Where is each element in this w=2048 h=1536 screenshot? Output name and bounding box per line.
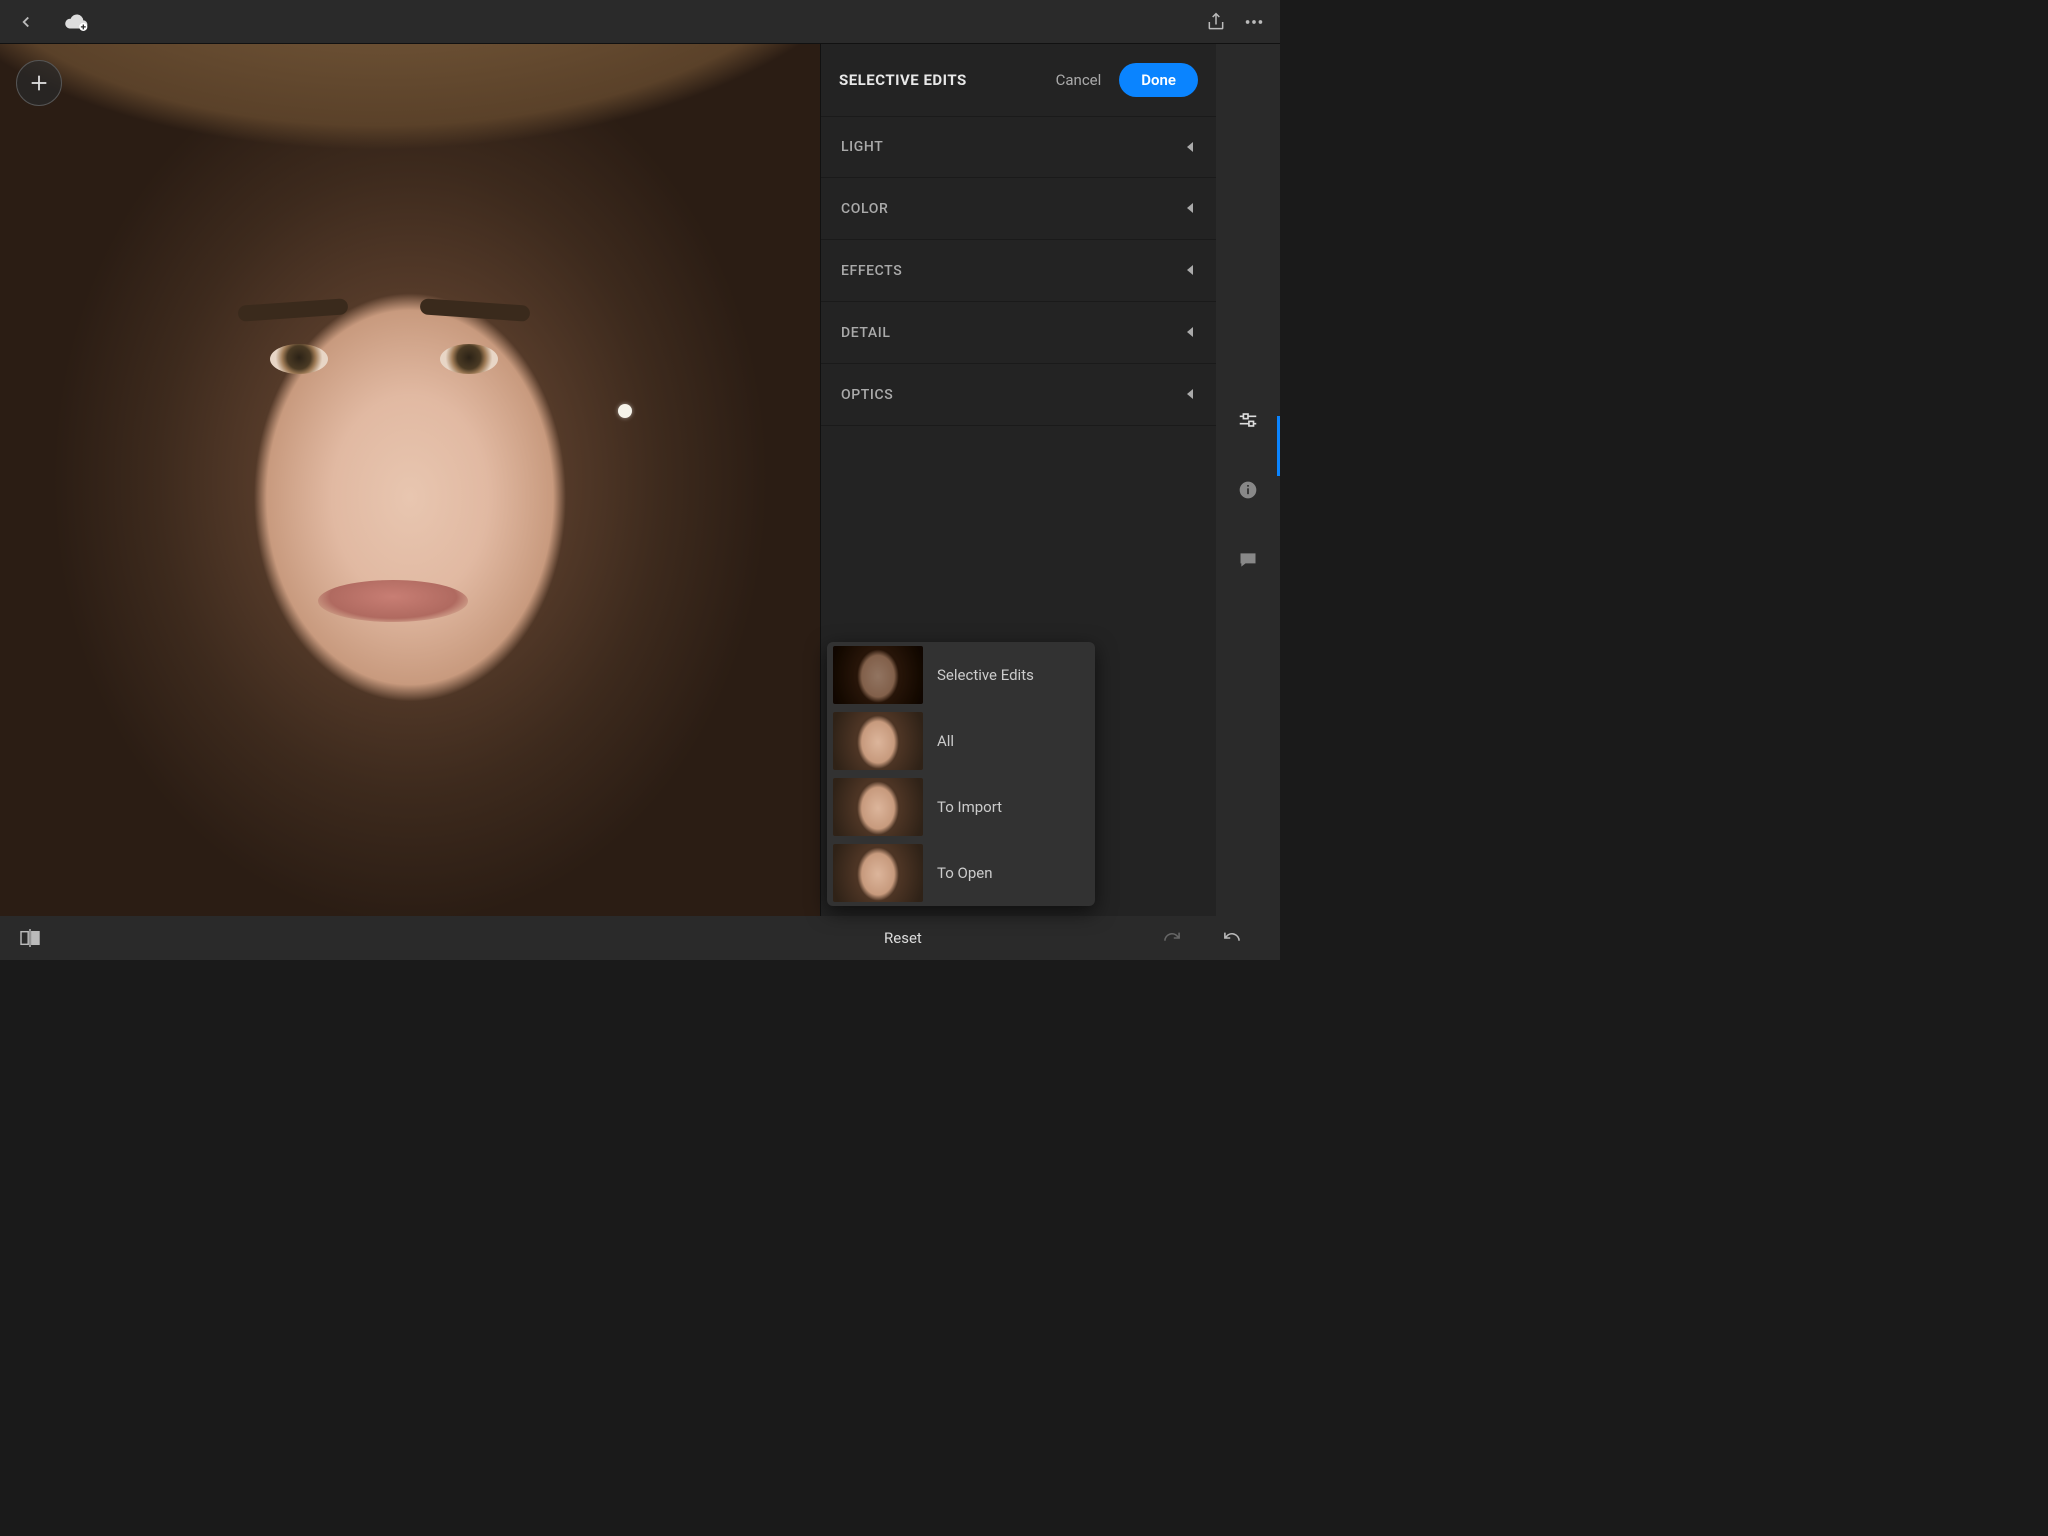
chevron-left-icon [1186, 199, 1196, 218]
photo-preview [0, 44, 820, 916]
reset-option-label: To Import [937, 798, 1002, 816]
preview-thumbnail [833, 712, 923, 770]
active-indicator [1277, 416, 1280, 476]
reset-option-label: Selective Edits [937, 666, 1034, 684]
add-selective-edit-button[interactable] [16, 60, 62, 106]
main-area: SELECTIVE EDITS Cancel Done LIGHT COLOR … [0, 44, 1280, 916]
adjust-sliders-icon[interactable] [1232, 404, 1264, 436]
reset-option-to-open[interactable]: To Open [827, 840, 1095, 906]
share-button[interactable] [1200, 6, 1232, 38]
reset-option-all[interactable]: All [827, 708, 1095, 774]
info-icon[interactable] [1232, 474, 1264, 506]
cloud-sync-icon[interactable] [60, 6, 92, 38]
edit-panel: SELECTIVE EDITS Cancel Done LIGHT COLOR … [820, 44, 1216, 916]
preview-thumbnail [833, 778, 923, 836]
section-light[interactable]: LIGHT [821, 116, 1216, 178]
reset-menu: Selective Edits All To Import To Open [827, 642, 1095, 906]
chevron-left-icon [1186, 323, 1196, 342]
comment-icon[interactable] [1232, 544, 1264, 576]
section-color[interactable]: COLOR [821, 178, 1216, 240]
preview-thumbnail [833, 844, 923, 902]
section-effects[interactable]: EFFECTS [821, 240, 1216, 302]
chevron-left-icon [1186, 138, 1196, 157]
section-label: COLOR [841, 201, 888, 217]
section-label: OPTICS [841, 387, 893, 403]
reset-option-to-import[interactable]: To Import [827, 774, 1095, 840]
top-bar [0, 0, 1280, 44]
undo-button[interactable] [1216, 922, 1248, 954]
reset-button[interactable]: Reset [884, 929, 922, 947]
cancel-button[interactable]: Cancel [1056, 71, 1102, 89]
section-label: DETAIL [841, 325, 890, 341]
compare-before-after-icon[interactable] [14, 922, 46, 954]
section-optics[interactable]: OPTICS [821, 364, 1216, 426]
section-label: LIGHT [841, 139, 883, 155]
preview-thumbnail [833, 646, 923, 704]
section-label: EFFECTS [841, 263, 902, 279]
reset-option-selective-edits[interactable]: Selective Edits [827, 642, 1095, 708]
panel-header: SELECTIVE EDITS Cancel Done [821, 44, 1216, 116]
section-list: LIGHT COLOR EFFECTS DETAIL [821, 116, 1216, 426]
chevron-left-icon [1186, 385, 1196, 404]
panel-title: SELECTIVE EDITS [839, 71, 967, 89]
back-button[interactable] [10, 6, 42, 38]
right-rail [1216, 44, 1280, 916]
reset-option-label: All [937, 732, 954, 750]
reset-option-label: To Open [937, 864, 992, 882]
canvas[interactable] [0, 44, 820, 916]
bottom-bar: Reset [0, 916, 1280, 960]
more-button[interactable] [1238, 6, 1270, 38]
redo-button[interactable] [1156, 922, 1188, 954]
done-button[interactable]: Done [1119, 63, 1198, 97]
chevron-left-icon [1186, 261, 1196, 280]
section-detail[interactable]: DETAIL [821, 302, 1216, 364]
